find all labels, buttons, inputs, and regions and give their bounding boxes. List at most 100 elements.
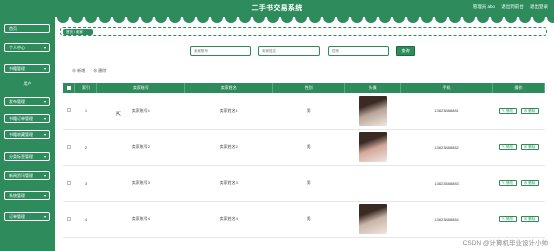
- sidebar-item-label: 书籍管理: [9, 66, 25, 71]
- table-row: 1 卖家账号1 卖家姓名1 男 13823888881 ✎ 修改 ⊗ 删除: [63, 93, 545, 130]
- cell-gender: 男: [272, 201, 345, 238]
- checkbox-cell: [63, 201, 75, 238]
- sidebar-item-label: 书籍收藏管理: [9, 132, 33, 137]
- cell-gender: 男: [272, 165, 345, 202]
- user-label: 管理员 abo: [472, 4, 495, 9]
- scallop-decoration: [0, 17, 554, 25]
- avatar-cell: [344, 201, 401, 238]
- delete-row-button[interactable]: ⊗ 删除: [520, 107, 539, 114]
- delete-button[interactable]: ⊗ 删除: [93, 68, 106, 73]
- chevron-down-icon: ▾: [43, 99, 46, 104]
- chevron-down-icon: ▾: [43, 132, 46, 137]
- seller-table: 索引 卖家账号 卖家姓名 性别 头像 手机 操作 1 卖家账号1 卖家姓名1 男 138238888…: [63, 83, 545, 238]
- edit-button[interactable]: ✎ 修改: [498, 216, 517, 222]
- sidebar: 首页 个人中心 ▾ 书籍管理 ▾ 发布管理 ▾ 书籍订单管理 ▾ 书籍收藏管理 ▾ 分类标签管理 ▾ 新闻…: [0, 17, 55, 251]
- sidebar-item[interactable]: 新闻资讯管理 ▾: [4, 171, 50, 180]
- chevron-down-icon: ▾: [43, 45, 46, 50]
- cell-gender: 男: [272, 129, 345, 166]
- sidebar-item-label: 发布管理: [9, 99, 25, 104]
- delete-row-button[interactable]: ⊗ 删除: [520, 144, 539, 150]
- column-header: 性别: [272, 83, 346, 93]
- column-header: 卖家账号: [96, 83, 186, 93]
- account-search-input[interactable]: [190, 46, 251, 56]
- chevron-down-icon: ▾: [43, 154, 46, 159]
- chevron-down-icon: ▾: [43, 214, 46, 219]
- operations-cell: ✎ 修改 ⊗ 删除: [492, 93, 545, 130]
- avatar-cell: [344, 93, 401, 130]
- sidebar-item[interactable]: 系统管理 ▾: [4, 191, 50, 200]
- cell-phone: 13823888884: [400, 201, 493, 238]
- column-header: 卖家姓名: [184, 83, 274, 93]
- row-checkbox[interactable]: [66, 216, 71, 221]
- sidebar-item[interactable]: 发布管理 ▾: [4, 97, 50, 106]
- sidebar-item-label: 订单管理: [9, 214, 25, 219]
- table-row: 3 卖家账号3 卖家姓名3 男 13823888883 ✎ 修改 ⊗ 删除: [63, 165, 545, 202]
- column-header[interactable]: [63, 83, 76, 93]
- column-header: 手机: [400, 83, 493, 93]
- column-header: 头像: [344, 83, 402, 93]
- cell-account: 卖家账号4: [96, 201, 185, 238]
- row-checkbox[interactable]: [66, 108, 71, 113]
- cell-account: 卖家账号1: [96, 93, 185, 130]
- sidebar-item[interactable]: 书籍订单管理 ▾: [4, 114, 50, 123]
- name-search-input[interactable]: [258, 46, 320, 56]
- operations-cell: ✎ 修改 ⊗ 删除: [492, 129, 545, 166]
- cell-name: 卖家姓名3: [184, 165, 273, 202]
- sidebar-item[interactable]: 书籍管理 ▾: [4, 64, 50, 73]
- table-row: 4 卖家账号4 卖家姓名4 男 13823888884 ✎ 修改 ⊗ 删除: [63, 201, 545, 238]
- cell-account: 卖家账号3: [96, 165, 185, 202]
- cell-phone: 13823888882: [400, 129, 493, 166]
- cell-index: 4: [74, 201, 97, 238]
- cell-index: 3: [74, 165, 97, 202]
- sidebar-item-label: 首页: [9, 26, 17, 31]
- exit-front-link[interactable]: 退出到前台: [501, 4, 524, 9]
- table-row: 2 卖家账号2 卖家姓名2 男 13823888882 ✎ 修改 ⊗ 删除: [63, 129, 545, 166]
- top-bar: 二手书交易系统 管理员 abo 退出到前台 退出登录: [0, 0, 554, 17]
- cell-phone: 13823888883: [400, 165, 493, 202]
- sidebar-item-label: 分类标签管理: [9, 154, 33, 159]
- gender-search-input[interactable]: [328, 46, 389, 56]
- avatar-cell: [344, 165, 401, 202]
- toolbar: ⊕ 新增 ⊗ 删除: [72, 68, 113, 74]
- add-button[interactable]: ⊕ 新增: [72, 68, 85, 73]
- checkbox-cell: [63, 93, 75, 130]
- operations-cell: ✎ 修改 ⊗ 删除: [492, 201, 545, 238]
- cell-gender: 男: [272, 93, 345, 130]
- checkbox-cell: [63, 165, 75, 202]
- sidebar-sub-item[interactable]: 用户: [0, 81, 55, 87]
- avatar: [358, 132, 387, 162]
- checkbox-cell: [63, 129, 75, 166]
- chevron-down-icon: ▾: [43, 193, 46, 198]
- sidebar-item-label: 系统管理: [9, 193, 25, 198]
- sidebar-item-label: 新闻资讯管理: [9, 173, 33, 178]
- avatar-cell: [344, 129, 401, 166]
- sidebar-item[interactable]: 订单管理 ▾: [4, 212, 50, 221]
- edit-button[interactable]: ✎ 修改: [498, 144, 517, 150]
- cell-index: 2: [74, 129, 97, 166]
- logout-link[interactable]: 退出登录: [530, 4, 548, 9]
- sidebar-item-label: 个人中心: [9, 45, 25, 50]
- sidebar-item[interactable]: 书籍收藏管理 ▾: [4, 130, 50, 139]
- column-header: 索引: [74, 83, 98, 93]
- sidebar-item[interactable]: 分类标签管理 ▾: [4, 152, 50, 161]
- row-checkbox[interactable]: [66, 144, 71, 149]
- column-header: 操作: [492, 83, 545, 93]
- avatar: [358, 95, 387, 126]
- chevron-down-icon: ▾: [43, 173, 46, 178]
- avatar: [358, 204, 387, 234]
- row-checkbox[interactable]: [66, 180, 71, 185]
- sidebar-item-label: 书籍订单管理: [9, 116, 33, 121]
- query-button[interactable]: 查询: [396, 46, 415, 56]
- operations-cell: ✎ 修改 ⊗ 删除: [492, 165, 545, 202]
- delete-row-button[interactable]: ⊗ 删除: [520, 216, 539, 222]
- cell-phone: 13823888881: [400, 93, 493, 130]
- cursor-icon: ⇱: [116, 112, 122, 118]
- select-all-checkbox[interactable]: [66, 85, 71, 90]
- edit-button[interactable]: ✎ 修改: [498, 107, 517, 114]
- breadcrumb-label[interactable]: 首页 / 卖家: [63, 29, 93, 35]
- delete-row-button[interactable]: ⊗ 删除: [520, 180, 539, 186]
- edit-button[interactable]: ✎ 修改: [498, 180, 517, 186]
- sidebar-item[interactable]: 首页: [4, 24, 50, 33]
- cell-name: 卖家姓名2: [184, 129, 273, 166]
- sidebar-item[interactable]: 个人中心 ▾: [4, 43, 50, 52]
